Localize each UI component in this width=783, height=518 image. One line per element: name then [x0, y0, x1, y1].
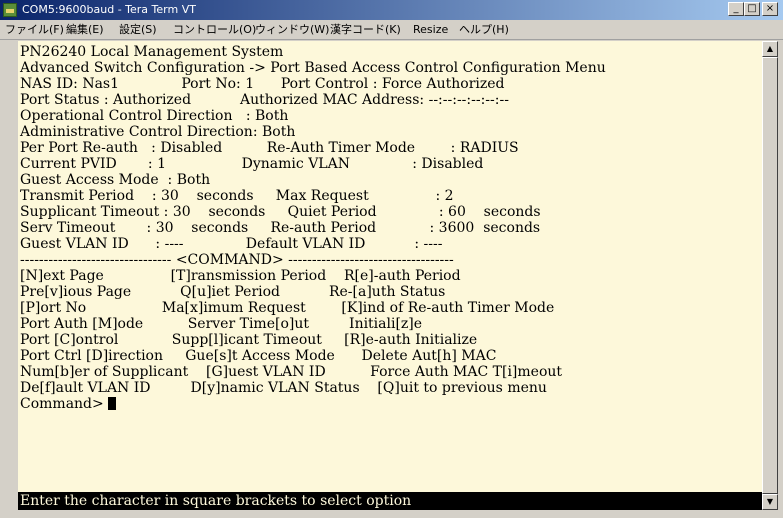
terminal-line-operational-direction: Operational Control Direction : Both: [20, 108, 289, 124]
tera-term-app-icon[interactable]: [3, 3, 17, 17]
terminal-line-per-port-reauth: Per Port Re-auth : Disabled Re-Auth Time…: [20, 140, 519, 156]
close-button[interactable]: ×: [762, 2, 778, 16]
terminal-line-command-row-6: Port Ctrl [D]irection Gue[s]t Access Mod…: [20, 348, 497, 364]
menu-kanji-code[interactable]: 漢字コード(K): [330, 20, 401, 40]
menu-window[interactable]: ウィンドウ(W): [255, 20, 329, 40]
close-icon: ×: [765, 3, 775, 14]
menu-file[interactable]: ファイル(F): [5, 20, 64, 40]
scroll-thumb[interactable]: [762, 57, 778, 494]
terminal-line-port-status: Port Status : Authorized Authorized MAC …: [20, 92, 509, 108]
status-hint-line: Enter the character in square brackets t…: [18, 492, 762, 510]
menu-help[interactable]: ヘルプ(H): [459, 20, 509, 40]
terminal-line-serv-timeout: Serv Timeout : 30 seconds Re-auth Period…: [20, 220, 541, 236]
vertical-scrollbar[interactable]: ▲ ▼: [762, 41, 778, 510]
terminal-line-command-row-7: Num[b]er of Supplicant [G]uest VLAN ID F…: [20, 364, 563, 380]
terminal-line-command-row-3: [P]ort No Ma[x]imum Request [K]ind of Re…: [20, 300, 555, 316]
terminal-line-administrative-direction: Administrative Control Direction: Both: [20, 124, 296, 140]
scroll-down-arrow-icon: ▼: [766, 497, 774, 506]
window-frame-right: [778, 40, 783, 518]
terminal-line-guest-access-mode: Guest Access Mode : Both: [20, 172, 211, 188]
minimize-button[interactable]: _: [728, 2, 744, 16]
scroll-down-button[interactable]: ▼: [762, 494, 778, 510]
terminal-line-command-divider: -------------------------------- <COMMAN…: [20, 252, 454, 268]
terminal-line-command-row-4: Port Auth [M]ode Server Time[o]ut Initia…: [20, 316, 423, 332]
menu-control[interactable]: コントロール(O): [173, 20, 256, 40]
maximize-icon: □: [747, 3, 757, 14]
window-title: COM5:9600baud - Tera Term VT: [22, 3, 196, 16]
minimize-icon: _: [733, 3, 739, 14]
menu-bar: ファイル(F) 編集(E) 設定(S) コントロール(O) ウィンドウ(W) 漢…: [0, 20, 783, 40]
terminal-line-system-title: PN26240 Local Management System: [20, 44, 284, 60]
terminal-line-command-row-8: De[f]ault VLAN ID D[y]namic VLAN Status …: [20, 380, 547, 396]
scroll-up-button[interactable]: ▲: [762, 41, 778, 57]
terminal-line-transmit-period: Transmit Period : 30 seconds Max Request…: [20, 188, 454, 204]
terminal-line-supplicant-timeout: Supplicant Timeout : 30 seconds Quiet Pe…: [20, 204, 541, 220]
command-prompt-line[interactable]: Command>: [20, 396, 116, 412]
terminal-screen[interactable]: PN26240 Local Management System Advanced…: [18, 41, 762, 510]
menu-resize[interactable]: Resize: [413, 20, 448, 40]
terminal-line-current-pvid: Current PVID : 1 Dynamic VLAN : Disabled: [20, 156, 484, 172]
terminal-line-command-row-1: [N]ext Page [T]ransmission Period R[e]-a…: [20, 268, 461, 284]
menu-settings[interactable]: 設定(S): [119, 20, 157, 40]
terminal-line-guest-vlan-id: Guest VLAN ID : ---- Default VLAN ID : -…: [20, 236, 443, 252]
terminal-line-nas-id: NAS ID: Nas1 Port No: 1 Port Control : F…: [20, 76, 505, 92]
terminal-line-breadcrumb: Advanced Switch Configuration -> Port Ba…: [20, 60, 606, 76]
window-frame-bottom: [0, 510, 783, 518]
text-cursor: [107, 397, 116, 410]
maximize-button[interactable]: □: [744, 2, 760, 16]
scroll-up-arrow-icon: ▲: [766, 44, 774, 53]
menu-edit[interactable]: 編集(E): [66, 20, 104, 40]
terminal-line-command-row-5: Port [C]ontrol Supp[l]icant Timeout [R]e…: [20, 332, 478, 348]
window-frame-left: [0, 40, 18, 518]
title-bar[interactable]: COM5:9600baud - Tera Term VT _ □ ×: [0, 0, 783, 20]
command-prompt: Command>: [20, 396, 104, 412]
terminal-line-command-row-2: Pre[v]ious Page Q[u]iet Period Re-[a]uth…: [20, 284, 446, 300]
